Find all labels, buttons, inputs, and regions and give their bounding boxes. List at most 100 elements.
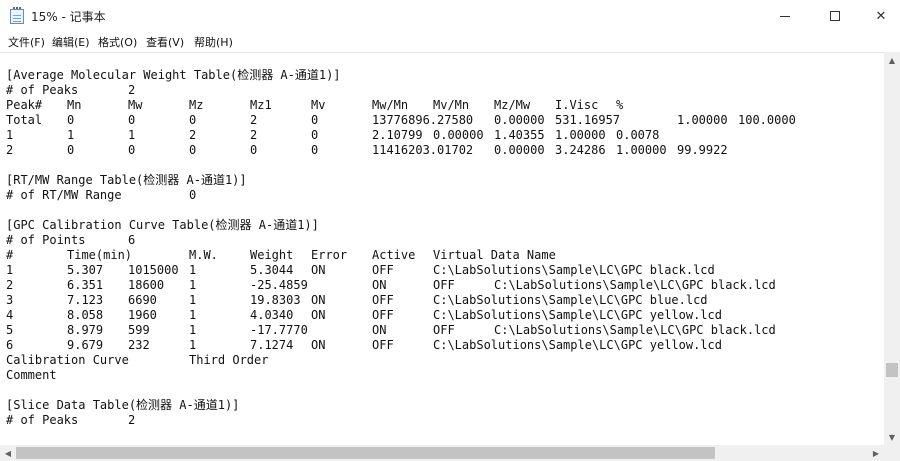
- text-cell: # of Points: [6, 233, 86, 247]
- text-cell: C:\LabSolutions\Sample\LC\GPC yellow.lcd: [433, 308, 722, 322]
- text-cell: OFF: [372, 263, 394, 277]
- text-cell: Mn: [67, 98, 82, 112]
- text-cell: 0: [311, 128, 319, 142]
- text-cell: 1.00000: [677, 113, 728, 127]
- text-cell: 1.40355: [494, 128, 545, 142]
- text-cell: ON: [311, 338, 326, 352]
- text-cell: Mw: [128, 98, 143, 112]
- scrollbar-corner: [884, 445, 900, 461]
- text-cell: 3.24286: [555, 143, 606, 157]
- text-editor[interactable]: [Average Molecular Weight Table(检测器 A-通道…: [0, 52, 884, 445]
- text-cell: Peak#: [6, 98, 43, 112]
- text-cell: OFF: [372, 308, 394, 322]
- text-cell: 1960: [128, 308, 157, 322]
- menu-bar: 文件(F) 编辑(E) 格式(O) 查看(V) 帮助(H): [0, 32, 900, 52]
- text-cell: 11416203.01702: [372, 143, 474, 157]
- text-cell: 18600: [128, 278, 165, 292]
- text-cell: 6: [128, 233, 136, 247]
- text-cell: 599: [128, 323, 150, 337]
- text-cell: 4: [6, 308, 14, 322]
- text-cell: 1.00000: [555, 128, 606, 142]
- text-cell: 9.679: [67, 338, 104, 352]
- text-cell: 3: [6, 293, 14, 307]
- text-cell: 232: [128, 338, 150, 352]
- maximize-button[interactable]: [812, 0, 858, 32]
- minimize-icon: [780, 15, 790, 17]
- menu-view[interactable]: 查看(V): [146, 34, 184, 50]
- notepad-icon[interactable]: [10, 7, 24, 24]
- text-cell: [Average Molecular Weight Table(检测器 A-通道…: [6, 68, 341, 82]
- text-cell: 0: [189, 143, 197, 157]
- text-cell: Virtual Data Name: [433, 248, 556, 262]
- text-cell: 2: [250, 113, 258, 127]
- text-cell: 4.0340: [250, 308, 294, 322]
- text-cell: 13776896.27580: [372, 113, 474, 127]
- text-cell: 5.307: [67, 263, 104, 277]
- minimize-button[interactable]: [762, 0, 808, 32]
- text-cell: #: [6, 248, 14, 262]
- text-cell: 2: [189, 128, 197, 142]
- text-cell: Mv/Mn: [433, 98, 470, 112]
- text-cell: 1: [189, 323, 197, 337]
- text-cell: OFF: [372, 293, 394, 307]
- text-cell: C:\LabSolutions\Sample\LC\GPC black.lcd: [494, 278, 776, 292]
- text-cell: Comment: [6, 368, 57, 382]
- text-cell: 2: [128, 83, 136, 97]
- text-cell: Third Order: [189, 353, 269, 367]
- menu-edit[interactable]: 编辑(E): [52, 34, 90, 50]
- text-cell: 99.9922: [677, 143, 728, 157]
- text-cell: 2: [250, 128, 258, 142]
- scroll-left-icon[interactable]: ◀: [0, 445, 16, 461]
- text-cell: 1: [189, 278, 197, 292]
- scroll-down-icon[interactable]: ▼: [884, 429, 900, 445]
- text-cell: 531.16957: [555, 113, 621, 127]
- text-cell: Mw/Mn: [372, 98, 409, 112]
- scroll-right-icon[interactable]: ▶: [868, 445, 884, 461]
- text-cell: 0.0078: [616, 128, 660, 142]
- text-cell: [Slice Data Table(检测器 A-通道1)]: [6, 398, 240, 412]
- title-bar[interactable]: 15% - 记事本 ✕: [0, 0, 900, 32]
- text-cell: [RT/MW Range Table(检测器 A-通道1)]: [6, 173, 247, 187]
- horizontal-scrollbar[interactable]: ◀ ▶: [0, 445, 884, 461]
- menu-help[interactable]: 帮助(H): [194, 34, 233, 50]
- text-cell: 1: [189, 263, 197, 277]
- vertical-scroll-thumb[interactable]: [886, 363, 898, 377]
- text-cell: 0: [311, 143, 319, 157]
- close-icon: ✕: [875, 8, 887, 24]
- vertical-scrollbar[interactable]: ▲ ▼: [884, 52, 900, 445]
- text-cell: # of RT/MW Range: [6, 188, 122, 202]
- text-cell: 6: [6, 338, 14, 352]
- text-cell: 0.00000: [494, 113, 545, 127]
- text-cell: 1: [189, 293, 197, 307]
- text-cell: C:\LabSolutions\Sample\LC\GPC black.lcd: [494, 323, 776, 337]
- text-cell: 0: [128, 113, 136, 127]
- text-cell: 0: [128, 143, 136, 157]
- text-cell: 19.8303: [250, 293, 301, 307]
- text-cell: 1: [6, 128, 14, 142]
- text-cell: Total: [6, 113, 43, 127]
- text-cell: %: [616, 98, 624, 112]
- text-cell: 2.10799: [372, 128, 423, 142]
- text-cell: ON: [372, 278, 387, 292]
- close-button[interactable]: ✕: [858, 0, 900, 32]
- horizontal-scroll-thumb[interactable]: [16, 447, 715, 459]
- text-cell: ON: [311, 263, 326, 277]
- text-cell: 0.00000: [494, 143, 545, 157]
- text-cell: 0: [67, 113, 75, 127]
- text-cell: 1015000: [128, 263, 179, 277]
- scroll-up-icon[interactable]: ▲: [884, 52, 900, 68]
- text-cell: Time(min): [67, 248, 133, 262]
- text-cell: 1: [189, 338, 197, 352]
- text-cell: OFF: [433, 278, 455, 292]
- text-cell: C:\LabSolutions\Sample\LC\GPC yellow.lcd: [433, 338, 722, 352]
- text-cell: ON: [372, 323, 387, 337]
- text-cell: ON: [311, 293, 326, 307]
- text-cell: 0: [250, 143, 258, 157]
- text-cell: Mz/Mw: [494, 98, 531, 112]
- text-cell: -25.4859: [250, 278, 308, 292]
- text-cell: 0: [189, 113, 197, 127]
- menu-format[interactable]: 格式(O): [98, 34, 137, 50]
- text-cell: 7.123: [67, 293, 104, 307]
- menu-file[interactable]: 文件(F): [8, 34, 45, 50]
- text-cell: 1: [67, 128, 75, 142]
